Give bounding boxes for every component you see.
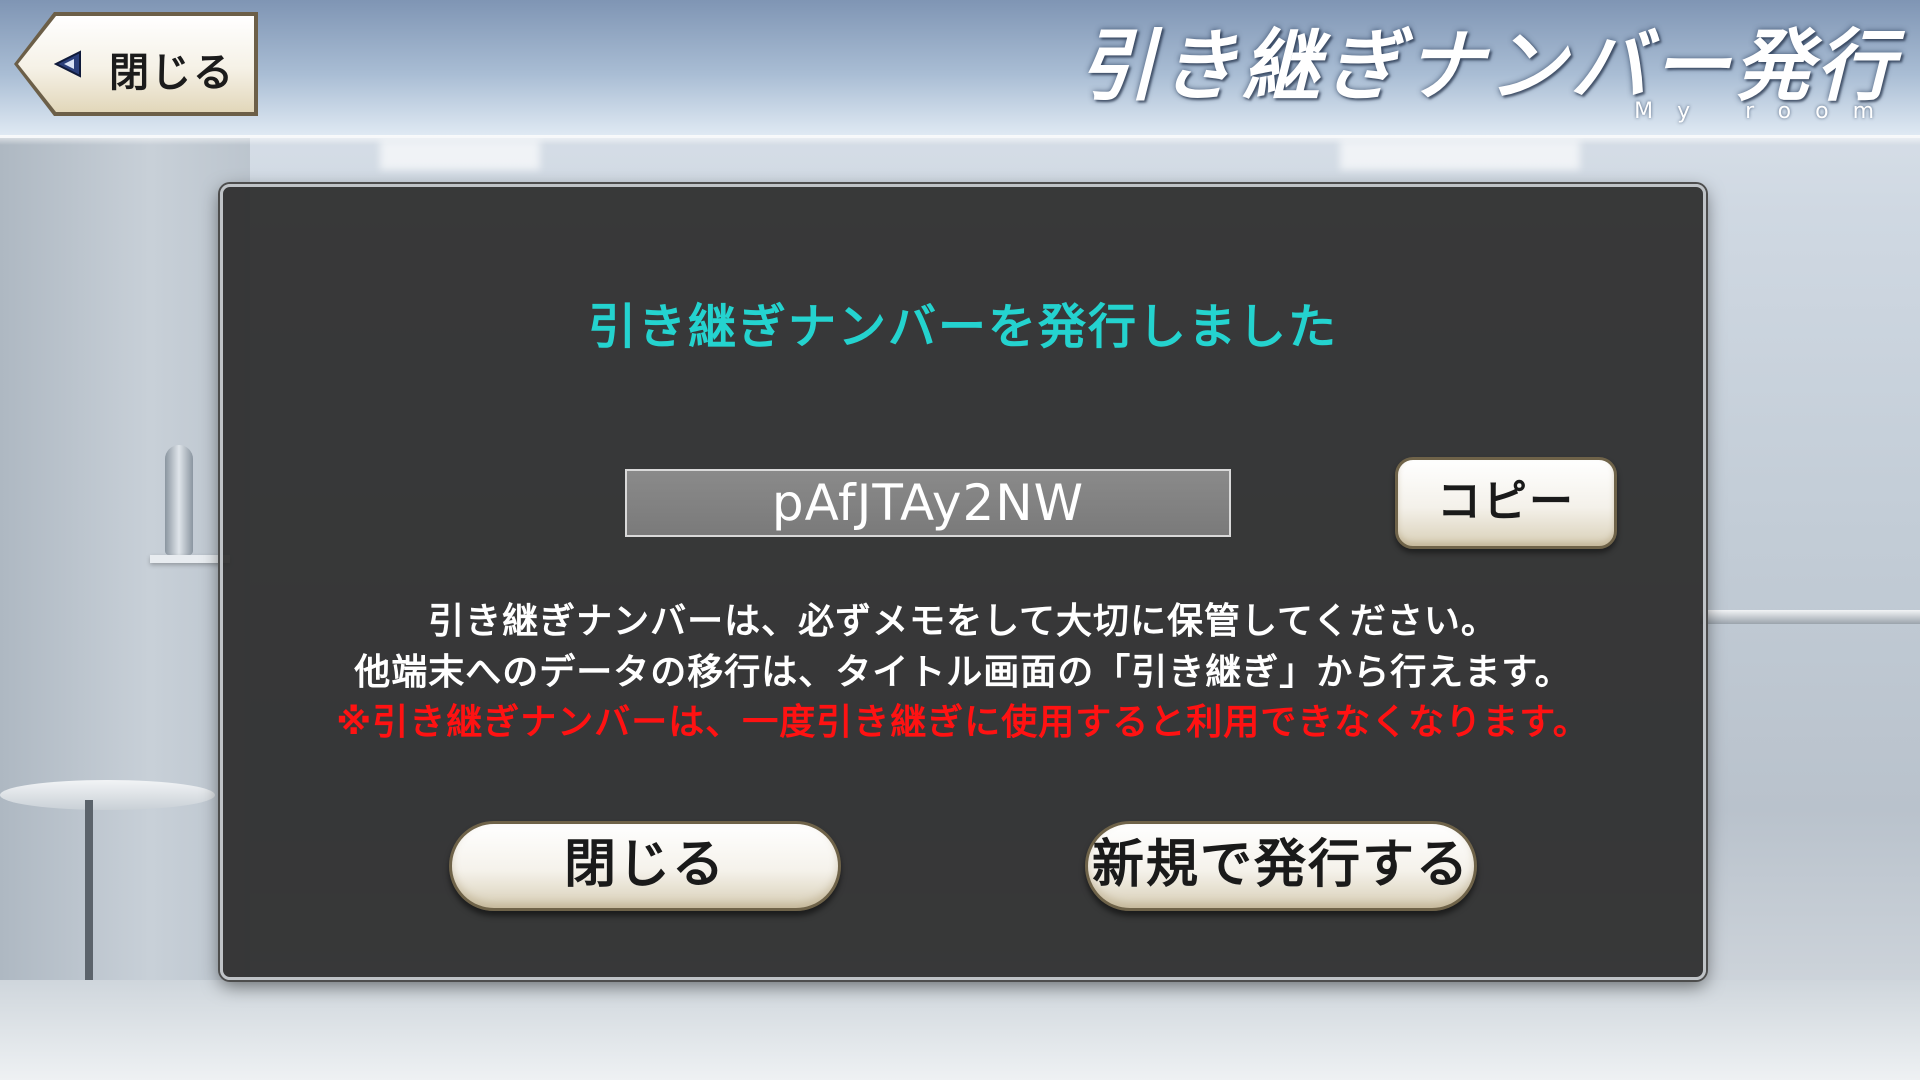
copy-button[interactable]: コピー xyxy=(1395,457,1617,549)
back-arrow-icon xyxy=(54,50,81,78)
back-button[interactable]: 閉じる xyxy=(14,12,258,116)
screen: 閉じる 引き継ぎナンバー発行 My room 引き継ぎナンバーを発行しました p… xyxy=(0,0,1920,1080)
warning-text: ※引き継ぎナンバーは、一度引き継ぎに使用すると利用できなくなります。 xyxy=(336,702,1590,743)
background-vase xyxy=(165,445,193,555)
transfer-number-dialog: 引き継ぎナンバーを発行しました pAfJTAy2NW コピー 引き継ぎナンバーは… xyxy=(220,184,1706,980)
background-table-leg xyxy=(85,800,93,990)
background-wall xyxy=(0,130,250,1080)
page-subtitle: My room xyxy=(1634,99,1898,124)
background-rail xyxy=(1700,610,1920,624)
background-table xyxy=(0,780,215,810)
background-shelf xyxy=(150,555,230,563)
info-text-line-1: 引き継ぎナンバーは、必ずメモをして大切に保管してください。 xyxy=(428,601,1498,642)
transfer-code-field[interactable]: pAfJTAy2NW xyxy=(625,469,1231,537)
background-floor xyxy=(0,980,1920,1080)
issue-new-button[interactable]: 新規で発行する xyxy=(1085,821,1477,911)
header-bar: 閉じる 引き継ぎナンバー発行 My room xyxy=(0,0,1920,145)
back-button-label: 閉じる xyxy=(109,50,235,96)
dialog-title: 引き継ぎナンバーを発行しました xyxy=(587,299,1338,355)
close-button[interactable]: 閉じる xyxy=(449,821,841,911)
info-text-line-2: 他端末へのデータの移行は、タイトル画面の「引き継ぎ」から行えます。 xyxy=(354,652,1572,693)
